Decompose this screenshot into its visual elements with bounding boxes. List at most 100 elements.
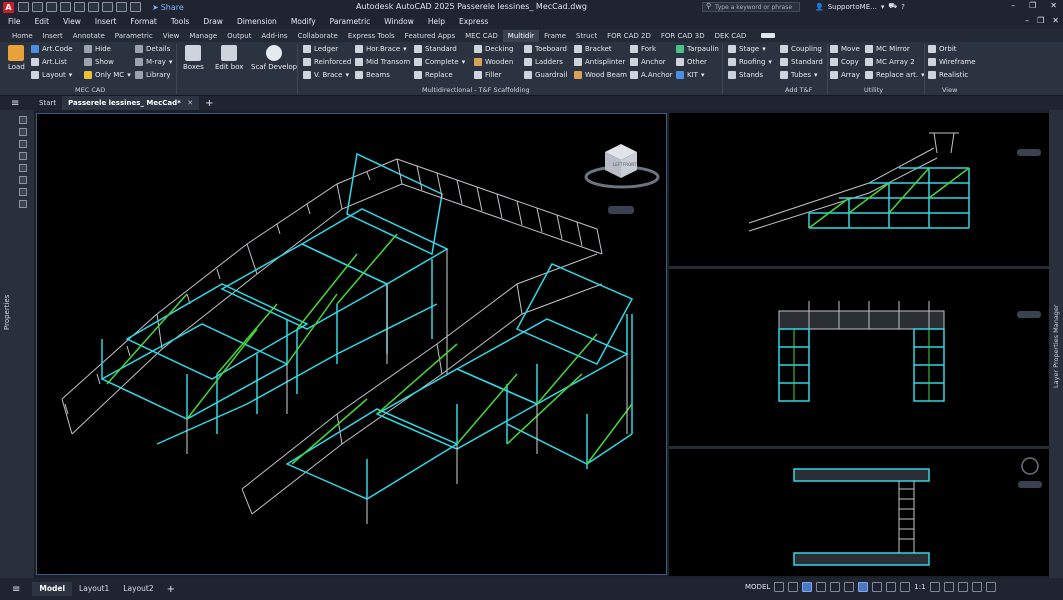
antisplinter-button[interactable]: Antisplinter	[574, 58, 625, 66]
boxes-button[interactable]: Boxes	[183, 45, 204, 71]
move-button[interactable]: Move	[830, 45, 860, 53]
stage-button[interactable]: Stage ▾	[728, 45, 766, 53]
menu-dimension[interactable]: Dimension	[237, 17, 277, 26]
layout-tab-layout1[interactable]: Layout1	[72, 582, 116, 596]
only-mc-button[interactable]: Only MC ▾	[84, 71, 131, 79]
wood-beam-button[interactable]: Wood Beam	[574, 71, 627, 79]
stands-button[interactable]: Stands	[728, 71, 763, 79]
menu-parametric[interactable]: Parametric	[330, 17, 371, 26]
tab-output[interactable]: Output	[222, 30, 256, 42]
edit-box-button[interactable]: Edit box	[215, 45, 243, 71]
redo-icon[interactable]	[130, 2, 141, 12]
a-anchor-button[interactable]: A.Anchor	[630, 71, 673, 79]
help-icon[interactable]: ?	[901, 3, 905, 11]
fork-button[interactable]: Fork	[630, 45, 656, 53]
other-button[interactable]: Other	[676, 58, 707, 66]
tab-frame[interactable]: Frame	[539, 30, 571, 42]
properties-palette-label[interactable]: Properties	[3, 295, 11, 330]
snap-toggle-icon[interactable]	[788, 582, 799, 592]
layer-icon[interactable]	[19, 152, 27, 160]
scaf-develop-button[interactable]: Scaf Develop	[251, 45, 297, 71]
model-space-toggle[interactable]: MODEL	[745, 583, 770, 591]
close-button[interactable]: ✕	[1050, 1, 1057, 10]
menu-window[interactable]: Window	[384, 17, 414, 26]
hide-button[interactable]: Hide	[84, 45, 111, 53]
minimize-button[interactable]: –	[1011, 1, 1015, 10]
doc-tab-active[interactable]: Passerele lessines_ MecCad* ✕	[62, 96, 200, 110]
layout-tab-model[interactable]: Model	[32, 582, 73, 596]
art-code-button[interactable]: Art.Code	[31, 45, 73, 53]
menu-insert[interactable]: Insert	[95, 17, 117, 26]
tab-annotate[interactable]: Annotate	[68, 30, 110, 42]
array-button[interactable]: Array	[830, 71, 860, 79]
mid-transom-button[interactable]: Mid Transom	[355, 58, 410, 66]
roofing-button[interactable]: Roofing ▾	[728, 58, 772, 66]
close-tab-icon[interactable]: ✕	[187, 99, 193, 107]
orbit-button[interactable]: Orbit	[928, 45, 957, 53]
transparency-icon[interactable]	[19, 200, 27, 208]
menu-view[interactable]: View	[63, 17, 81, 26]
library-button[interactable]: Library	[135, 71, 170, 79]
lineweight-icon[interactable]	[19, 188, 27, 196]
object-snap-tracking-icon[interactable]	[844, 582, 855, 592]
new-tab-button[interactable]: +	[205, 98, 213, 109]
filler-button[interactable]: Filler	[474, 71, 502, 79]
annotation-scale[interactable]: 1:1	[914, 583, 925, 591]
open-file-icon[interactable]	[32, 2, 43, 12]
share-button[interactable]: ➤ Share	[152, 3, 184, 12]
layer-properties-manager-label[interactable]: Layer Properties Manager	[1052, 304, 1060, 388]
realistic-button[interactable]: Realistic	[928, 71, 968, 79]
tab-insert[interactable]: Insert	[38, 30, 68, 42]
hamburger-menu-icon[interactable]: ≡	[11, 98, 23, 109]
copy-button[interactable]: Copy	[830, 58, 859, 66]
linetype-icon[interactable]	[19, 176, 27, 184]
v-brace-button[interactable]: V. Brace ▾	[303, 71, 349, 79]
anchor-button[interactable]: Anchor	[630, 58, 666, 66]
beams-button[interactable]: Beams	[355, 71, 390, 79]
standard-tf-button[interactable]: Standard	[780, 58, 823, 66]
ladders-button[interactable]: Ladders	[524, 58, 563, 66]
doc-restore-button[interactable]: ❐	[1037, 16, 1044, 25]
menu-modify[interactable]: Modify	[291, 17, 316, 26]
clean-screen-icon[interactable]	[985, 582, 996, 592]
menu-format[interactable]: Format	[130, 17, 156, 26]
tarpaulin-button[interactable]: Tarpaulin	[676, 45, 719, 53]
maximize-button[interactable]: ❐	[1029, 1, 1036, 10]
tab-struct[interactable]: Struct	[571, 30, 602, 42]
hor-brace-button[interactable]: Hor.Brace ▾	[355, 45, 407, 53]
menu-edit[interactable]: Edit	[35, 17, 50, 26]
tab-view[interactable]: View	[158, 30, 185, 42]
viewport-elevation-side[interactable]	[669, 113, 1049, 266]
save-as-icon[interactable]	[60, 2, 71, 12]
complete-button[interactable]: Complete ▾	[414, 58, 465, 66]
cloud-open-icon[interactable]	[74, 2, 85, 12]
save-icon[interactable]	[46, 2, 57, 12]
ribbon-collapse-toggle[interactable]	[761, 33, 776, 38]
viewport-elevation-front[interactable]	[669, 269, 1049, 446]
tab-add-ins[interactable]: Add-ins	[256, 30, 292, 42]
menu-express[interactable]: Express	[459, 17, 488, 26]
customization-menu-icon[interactable]: ≡	[12, 584, 20, 595]
main-viewport-isometric[interactable]: LEFT FRONT	[36, 113, 667, 575]
details-button[interactable]: Details	[135, 45, 170, 53]
decking-button[interactable]: Decking	[474, 45, 513, 53]
user-account[interactable]: 👤 SupportoME... ▾ ⛟ ?	[815, 2, 905, 11]
menu-tools[interactable]: Tools	[171, 17, 189, 26]
bracket-button[interactable]: Bracket	[574, 45, 612, 53]
mc-mirror-button[interactable]: MC Mirror	[865, 45, 910, 53]
load-button[interactable]: Load	[8, 45, 25, 71]
reinforced-button[interactable]: Reinforced	[303, 58, 351, 66]
tab-express-tools[interactable]: Express Tools	[343, 30, 400, 42]
doc-minimize-button[interactable]: –	[1025, 16, 1029, 25]
m-ray-button[interactable]: M-ray ▾	[135, 58, 172, 66]
art-list-button[interactable]: Art.List	[31, 58, 67, 66]
viewcube[interactable]: LEFT FRONT	[584, 144, 660, 214]
menu-help[interactable]: Help	[428, 17, 445, 26]
wireframe-button[interactable]: Wireframe	[928, 58, 976, 66]
ortho-toggle-icon[interactable]	[802, 582, 813, 592]
plus-icon[interactable]	[943, 582, 954, 592]
cloud-save-icon[interactable]	[88, 2, 99, 12]
tab-collaborate[interactable]: Collaborate	[293, 30, 343, 42]
tab-manage[interactable]: Manage	[184, 30, 222, 42]
doc-close-button[interactable]: ✕	[1052, 16, 1059, 25]
